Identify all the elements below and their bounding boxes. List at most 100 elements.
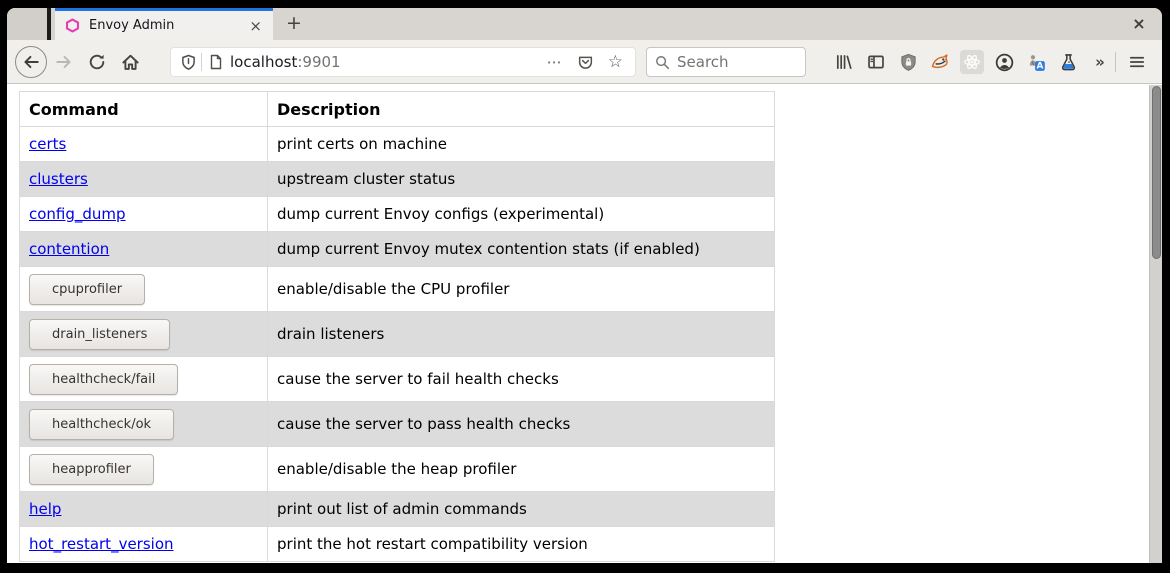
command-button-heapprofiler[interactable]: heapprofiler <box>29 454 154 485</box>
description-cell: dump current Envoy configs (experimental… <box>268 197 775 232</box>
urlbar-separator <box>201 53 202 71</box>
back-button[interactable] <box>15 46 47 78</box>
pocket-icon[interactable] <box>577 54 594 71</box>
command-cell: drain_listeners <box>20 312 268 357</box>
search-input[interactable] <box>677 53 787 71</box>
url-port: :9901 <box>297 53 340 71</box>
command-cell: clusters <box>20 162 268 197</box>
reload-icon <box>88 53 106 71</box>
description-cell: print the hot restart compatibility vers… <box>268 527 775 562</box>
description-cell: upstream cluster status <box>268 162 775 197</box>
command-link-config_dump[interactable]: config_dump <box>29 205 126 223</box>
sidebar-icon <box>867 53 885 71</box>
page-icon <box>208 54 224 70</box>
envoy-favicon-icon <box>65 18 80 33</box>
tab-envoy-admin[interactable]: Envoy Admin × <box>55 8 273 40</box>
command-cell: healthcheck/ok <box>20 402 268 447</box>
description-cell: enable/disable the heap profiler <box>268 447 775 492</box>
back-arrow-icon <box>22 53 40 71</box>
page-actions-icon[interactable]: ⋯ <box>547 53 563 71</box>
vertical-scrollbar[interactable] <box>1149 85 1162 563</box>
command-cell: config_dump <box>20 197 268 232</box>
overflow-menu-button[interactable]: » <box>1088 50 1112 74</box>
scrollbar-thumb[interactable] <box>1152 86 1161 259</box>
svg-text:A: A <box>1036 61 1043 71</box>
table-row: healthcheck/fail cause the server to fail… <box>20 357 775 402</box>
command-cell: help <box>20 492 268 527</box>
extension-react-devtools-button[interactable] <box>960 50 984 74</box>
command-link-clusters[interactable]: clusters <box>29 170 88 188</box>
command-cell: healthcheck/fail <box>20 357 268 402</box>
command-table-body: certs print certs on machine clusters upstr… <box>20 127 775 562</box>
extension-shield-lock-button[interactable] <box>896 50 920 74</box>
description-cell: print out list of admin commands <box>268 492 775 527</box>
extension-translate-button[interactable]: A <box>1024 50 1048 74</box>
extension-flask-button[interactable] <box>1056 50 1080 74</box>
forward-button[interactable] <box>52 50 76 74</box>
reload-button[interactable] <box>85 50 109 74</box>
table-row: drain_listeners drain listeners <box>20 312 775 357</box>
forward-arrow-icon <box>55 53 73 71</box>
admin-command-table: Command Description certs print certs on … <box>19 91 775 562</box>
account-button[interactable] <box>992 50 1016 74</box>
tracking-shield-icon <box>180 54 197 71</box>
table-row: heapprofiler enable/disable the heap prof… <box>20 447 775 492</box>
url-input[interactable]: localhost:9901 <box>230 53 547 71</box>
shield-lock-icon <box>899 53 918 72</box>
description-cell: enable/disable the CPU profiler <box>268 267 775 312</box>
column-header-description: Description <box>268 92 775 127</box>
atom-icon <box>963 53 981 71</box>
translate-icon: A <box>1027 53 1046 72</box>
app-menu-button[interactable] <box>1125 50 1149 74</box>
sidebar-toggle-button[interactable] <box>864 50 888 74</box>
description-cell: cause the server to pass health checks <box>268 402 775 447</box>
table-row: cpuprofiler enable/disable the CPU profil… <box>20 267 775 312</box>
description-cell: cause the server to fail health checks <box>268 357 775 402</box>
command-cell: heapprofiler <box>20 447 268 492</box>
command-button-cpuprofiler[interactable]: cpuprofiler <box>29 274 145 305</box>
hamburger-menu-icon <box>1128 53 1146 71</box>
table-row: help print out list of admin commands <box>20 492 775 527</box>
home-icon <box>121 53 140 72</box>
command-button-healthcheck/ok[interactable]: healthcheck/ok <box>29 409 174 440</box>
url-bar[interactable]: localhost:9901 ⋯ ☆ <box>170 47 636 77</box>
tab-title: Envoy Admin <box>89 18 246 33</box>
table-header-row: Command Description <box>20 92 775 127</box>
table-row: hot_restart_version print the hot restart… <box>20 527 775 562</box>
page-content: Command Description certs print certs on … <box>7 85 1162 563</box>
command-cell: certs <box>20 127 268 162</box>
tab-bar: Envoy Admin × + × <box>7 8 1162 40</box>
flask-icon <box>1059 53 1078 72</box>
column-header-command: Command <box>20 92 268 127</box>
new-tab-button[interactable]: + <box>281 11 307 37</box>
fox-extension-icon <box>930 52 950 72</box>
command-button-healthcheck/fail[interactable]: healthcheck/fail <box>29 364 178 395</box>
command-link-help[interactable]: help <box>29 500 61 518</box>
window-close-button[interactable]: × <box>1126 11 1152 37</box>
library-button[interactable] <box>832 50 856 74</box>
command-button-drain_listeners[interactable]: drain_listeners <box>29 319 170 350</box>
command-link-certs[interactable]: certs <box>29 135 66 153</box>
url-host: localhost <box>230 53 297 71</box>
library-icon <box>835 53 853 71</box>
search-bar[interactable] <box>646 47 806 77</box>
navigation-toolbar: localhost:9901 ⋯ ☆ <box>7 40 1162 84</box>
extension-containers-button[interactable] <box>928 50 952 74</box>
browser-window: Envoy Admin × + × <box>7 8 1162 563</box>
home-button[interactable] <box>118 50 142 74</box>
table-row: certs print certs on machine <box>20 127 775 162</box>
description-cell: print certs on machine <box>268 127 775 162</box>
command-cell: hot_restart_version <box>20 527 268 562</box>
description-cell: drain listeners <box>268 312 775 357</box>
command-link-hot_restart_version[interactable]: hot_restart_version <box>29 535 174 553</box>
toolbar-separator <box>1115 52 1116 72</box>
table-row: contentiondump current Envoy mutex conte… <box>20 232 775 267</box>
command-link-contention[interactable]: contention <box>29 240 109 258</box>
titlebar-spacer <box>7 8 51 40</box>
table-row: healthcheck/ok cause the server to pass h… <box>20 402 775 447</box>
tab-close-icon[interactable]: × <box>246 17 265 35</box>
table-row: config_dump dump current Envoy configs (e… <box>20 197 775 232</box>
table-row: clusters upstream cluster status <box>20 162 775 197</box>
bookmark-star-icon[interactable]: ☆ <box>608 54 623 71</box>
account-icon <box>995 53 1014 72</box>
